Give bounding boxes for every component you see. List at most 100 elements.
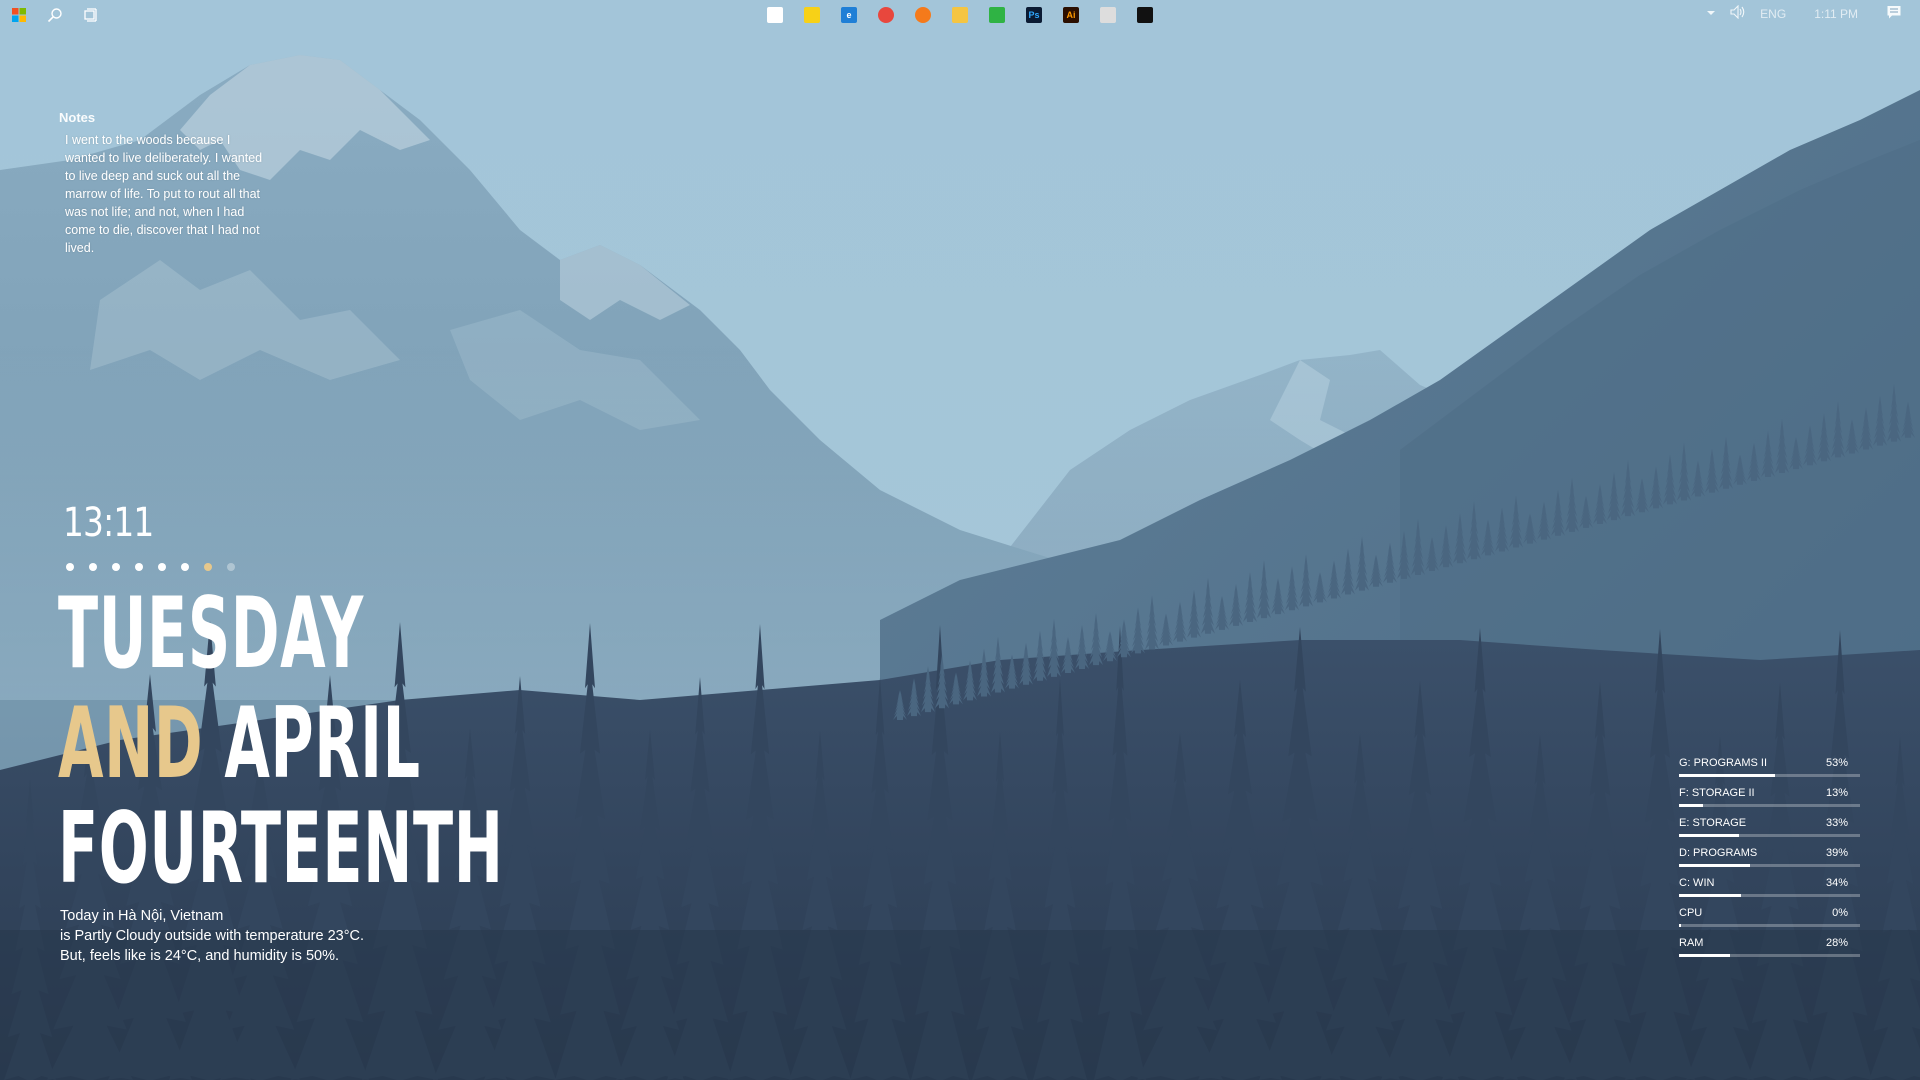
meter-row: CPU 0%	[1679, 907, 1860, 937]
meter-label: E: STORAGE	[1679, 817, 1747, 829]
task-view-icon	[84, 8, 97, 22]
taskbar-app-button[interactable]	[1097, 4, 1119, 26]
show-hidden-icons-button[interactable]	[1706, 7, 1716, 21]
date-month: APRIL	[224, 687, 421, 801]
meter-bar-track	[1679, 954, 1860, 957]
clock-time: 13:11	[63, 500, 154, 546]
meter-bar-track	[1679, 894, 1860, 897]
taskbar-app-button[interactable]	[949, 4, 971, 26]
taskbar-app-button[interactable]	[875, 4, 897, 26]
search-icon	[47, 8, 62, 23]
app-icon-label: Ai	[1066, 9, 1076, 20]
taskbar-app-button[interactable]	[764, 4, 786, 26]
meter-bar-fill	[1679, 774, 1775, 777]
taskbar-clock[interactable]: 1:11 PM	[1814, 7, 1858, 21]
meter-label: G: PROGRAMS II	[1679, 757, 1768, 769]
meter-label: CPU	[1679, 907, 1703, 919]
notes-widget: Notes I went to the woods because I want…	[59, 110, 279, 257]
meter-row: RAM 28%	[1679, 937, 1860, 967]
date-weekday: TUESDAY	[58, 577, 364, 691]
evernote-icon	[989, 7, 1005, 23]
meter-label: C: WIN	[1679, 877, 1715, 889]
meter-label: F: STORAGE II	[1679, 787, 1755, 799]
system-meters: G: PROGRAMS II 53% F: STORAGE II 13% E: STOR…	[1679, 757, 1860, 967]
task-view-button[interactable]	[80, 4, 102, 26]
meter-bar-fill	[1679, 864, 1750, 867]
input-language[interactable]: ENG	[1760, 7, 1786, 21]
taskbar-pinned-apps: e Ps Ai	[764, 4, 1156, 26]
meter-row: C: WIN 34%	[1679, 877, 1860, 907]
date-connector: AND	[58, 687, 204, 801]
clock-dot	[135, 563, 143, 571]
clock-dot	[89, 563, 97, 571]
meter-row: G: PROGRAMS II 53%	[1679, 757, 1860, 787]
taskbar-left	[8, 4, 102, 26]
steam-icon	[1137, 7, 1153, 23]
action-center-button[interactable]	[1886, 4, 1902, 23]
clock-dot	[66, 563, 74, 571]
meter-label: RAM	[1679, 937, 1704, 949]
meter-bar-track	[1679, 924, 1860, 927]
clock-dot	[227, 563, 235, 571]
notification-icon	[1887, 6, 1901, 19]
app-icon-label: Ps	[1028, 9, 1040, 20]
taskbar-app-button[interactable]	[801, 4, 823, 26]
clock-dot	[204, 563, 212, 571]
clock-progress-dots	[66, 563, 235, 571]
meter-row: D: PROGRAMS 39%	[1679, 847, 1860, 877]
windows-start-icon	[12, 8, 26, 22]
firefox-icon	[915, 7, 931, 23]
file-explorer-icon	[952, 7, 968, 23]
sticky-notes-icon	[804, 7, 820, 23]
notes-body[interactable]: I went to the woods because I wanted to …	[59, 131, 271, 257]
weather-feels-like: But, feels like is 24°C, and humidity is…	[60, 948, 340, 964]
meter-label: D: PROGRAMS	[1679, 847, 1758, 859]
taskbar: e Ps Ai ENG 1:11 PM	[0, 0, 1920, 30]
weather-location: Today in Hà Nội, Vietnam	[60, 908, 224, 924]
meter-percent: 28%	[1825, 937, 1848, 949]
weather-condition: is Partly Cloudy outside with temperatur…	[60, 928, 364, 944]
meter-bar-fill	[1679, 894, 1741, 897]
notes-title: Notes	[59, 110, 96, 125]
app-grid-icon	[767, 7, 783, 23]
meter-bar-track	[1679, 834, 1860, 837]
illustrator-icon: Ai	[1063, 7, 1079, 23]
windows-start-button[interactable]	[8, 4, 30, 26]
meter-bar-track	[1679, 774, 1860, 777]
meter-bar-fill	[1679, 804, 1703, 807]
meter-bar-track	[1679, 804, 1860, 807]
meter-bar-fill	[1679, 954, 1730, 957]
taskbar-app-button[interactable]	[912, 4, 934, 26]
chevron-up-icon	[1707, 10, 1716, 15]
system-tray: ENG 1:11 PM	[1706, 4, 1902, 23]
meter-bar-fill	[1679, 924, 1681, 927]
date-day-of-month: FOURTEENTH	[58, 792, 504, 906]
media-player-icon	[1100, 7, 1116, 23]
photoshop-icon: Ps	[1026, 7, 1042, 23]
taskbar-app-button[interactable]	[1134, 4, 1156, 26]
edge-icon: e	[841, 7, 857, 23]
search-button[interactable]	[44, 4, 66, 26]
meter-percent: 33%	[1825, 817, 1848, 829]
clock-dot	[112, 563, 120, 571]
meter-bar-fill	[1679, 834, 1739, 837]
app-icon-label: e	[846, 9, 852, 20]
volume-button[interactable]	[1730, 4, 1746, 22]
clock-dot	[158, 563, 166, 571]
meter-bar-track	[1679, 864, 1860, 867]
clock-dot	[181, 563, 189, 571]
taskbar-app-button[interactable]: Ai	[1060, 4, 1082, 26]
meter-percent: 34%	[1825, 877, 1848, 889]
meter-row: E: STORAGE 33%	[1679, 817, 1860, 847]
speaker-icon	[1730, 4, 1745, 20]
meter-percent: 53%	[1825, 757, 1848, 769]
date-month-line: AND APRIL	[58, 695, 421, 793]
meter-percent: 13%	[1825, 787, 1848, 799]
taskbar-app-button[interactable]	[986, 4, 1008, 26]
weather-widget: Today in Hà Nội, Vietnam is Partly Cloud…	[60, 906, 364, 966]
meter-percent: 0%	[1832, 907, 1848, 919]
chrome-icon	[878, 7, 894, 23]
taskbar-app-button[interactable]: Ps	[1023, 4, 1045, 26]
meter-percent: 39%	[1825, 847, 1848, 859]
taskbar-app-button[interactable]: e	[838, 4, 860, 26]
